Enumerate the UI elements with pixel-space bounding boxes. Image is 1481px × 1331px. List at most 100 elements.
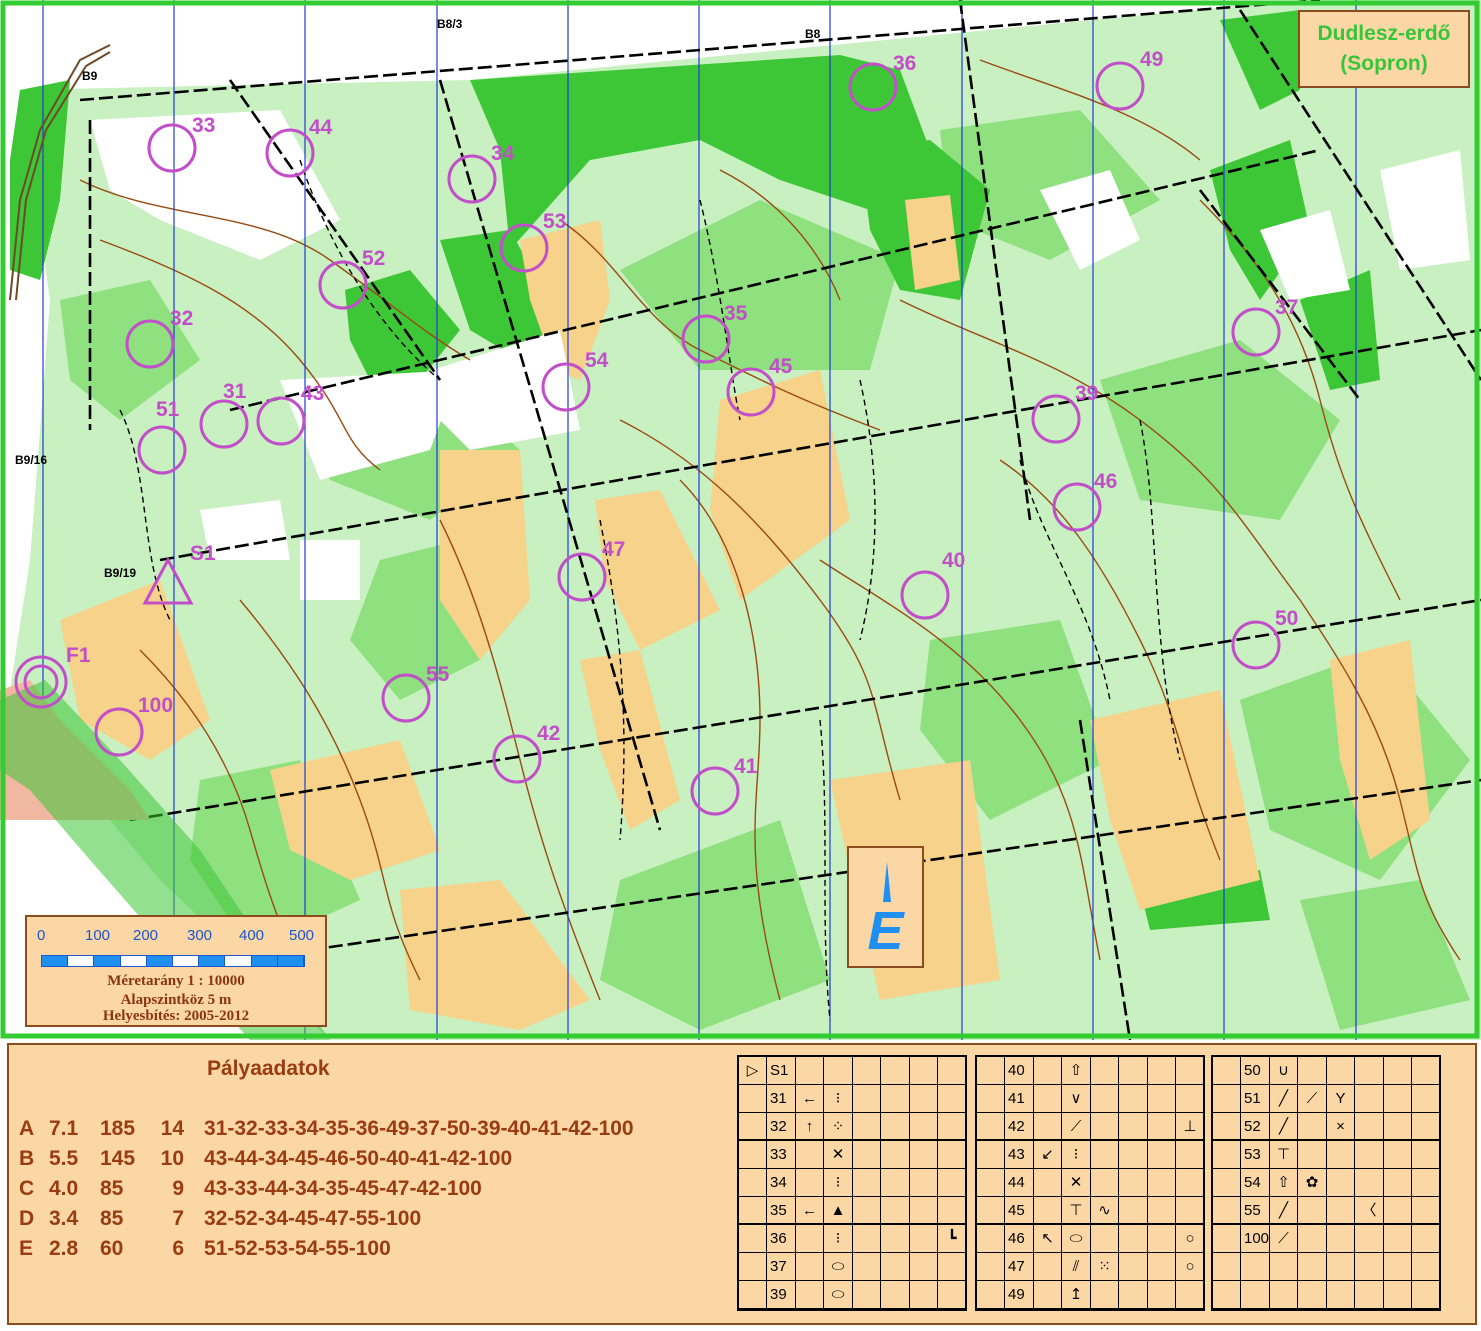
scale-box: 0 100 200 300 400 500 Méretarány 1 : 100… [25,915,327,1027]
description-symbol-icon: ⁝ [824,1085,853,1113]
description-symbol-icon: ⁝ [824,1169,853,1197]
description-symbol-icon: ✕ [824,1141,853,1169]
description-cell [1091,1169,1119,1197]
north-arrow-box: E [847,846,924,968]
description-cell [910,1085,938,1113]
description-cell [853,1197,881,1225]
description-cell [1034,1085,1062,1113]
description-cell [853,1113,881,1141]
description-cell [1384,1141,1412,1169]
description-cell [910,1253,938,1281]
course-length: 2.8 [49,1237,79,1260]
description-cell [1327,1197,1355,1225]
description-cell [1034,1197,1062,1225]
description-cell [938,1113,967,1141]
description-cell [853,1169,881,1197]
description-cell [1384,1085,1412,1113]
description-cell [1148,1197,1176,1225]
description-cell [1213,1057,1241,1085]
control-code: 51 [1241,1085,1270,1113]
course-sequence: 32-52-34-45-47-55-100 [204,1207,422,1230]
description-cell [1384,1225,1412,1253]
description-cell [1119,1225,1148,1253]
description-cell [1119,1281,1148,1309]
course-length: 7.1 [49,1117,79,1140]
description-cell [853,1225,881,1253]
tag-b8-3: B8/3 [437,17,463,31]
description-cell [881,1085,910,1113]
description-cell [977,1141,1005,1169]
description-cell [1412,1169,1441,1197]
description-symbol-icon: ↖ [1034,1225,1062,1253]
description-symbol-icon: ↙ [1034,1141,1062,1169]
description-row [1213,1253,1441,1281]
course-controls: 6 [172,1237,184,1260]
description-cell [1327,1225,1355,1253]
description-cell [1213,1113,1241,1141]
description-cell [938,1141,967,1169]
description-cell [910,1113,938,1141]
start-label: S1 [190,542,216,565]
description-symbol-icon: ╱ [1270,1197,1298,1225]
description-row: 34 ⁝ [739,1169,967,1197]
control-code: 47 [1005,1253,1034,1281]
description-symbol-icon: ⟋ [1062,1113,1091,1141]
description-cell [1213,1253,1241,1281]
description-symbol-icon: ▲ [824,1197,853,1225]
description-cell [1034,1057,1062,1085]
control-code: 55 [1241,1197,1270,1225]
description-cell [1176,1085,1205,1113]
control-code: 37 [767,1253,796,1281]
description-cell [739,1225,767,1253]
description-cell [1412,1281,1441,1309]
description-cell [1148,1169,1176,1197]
scale-tick-400: 400 [239,927,265,944]
description-row: 31 ← ⁝ [739,1085,967,1113]
control-label-41: 41 [734,755,758,778]
description-cell [1298,1253,1327,1281]
description-symbol-icon: ⬭ [824,1281,853,1309]
description-symbol-icon: ← [796,1197,824,1225]
description-symbol-icon: ⊥ [1176,1113,1205,1141]
description-row: 41 ∨ [977,1085,1205,1113]
description-cell [739,1085,767,1113]
description-symbol-icon: ← [796,1085,824,1113]
description-cell [938,1169,967,1197]
control-label-55: 55 [426,663,450,686]
description-cell [796,1169,824,1197]
control-code: 46 [1005,1225,1034,1253]
description-row: 51 ╱ ⟋ Y [1213,1085,1441,1113]
description-cell [1298,1057,1327,1085]
course-climb: 60 [100,1237,124,1260]
description-cell [938,1197,967,1225]
control-label-52: 52 [362,247,385,270]
control-label-36: 36 [893,52,916,75]
control-label-34: 34 [491,142,515,165]
description-symbol-icon: ⊤ [1270,1141,1298,1169]
control-code: 45 [1005,1197,1034,1225]
control-label-33: 33 [192,114,215,137]
scale-tick-0: 0 [37,927,46,944]
course-length: 5.5 [49,1147,79,1170]
control-label-47: 47 [602,538,625,561]
course-climb: 85 [100,1177,124,1200]
course-name: E [19,1237,34,1260]
course-climb: 145 [100,1147,136,1170]
description-cell [1148,1225,1176,1253]
control-label-53: 53 [543,210,566,233]
description-cell [1298,1141,1327,1169]
course-controls: 14 [160,1117,184,1140]
description-cell [977,1057,1005,1085]
control-code: 49 [1005,1281,1034,1309]
course-sequence: 43-44-34-45-46-50-40-41-42-100 [204,1147,513,1170]
description-row: 35 ← ▲ [739,1197,967,1225]
description-cell [1355,1113,1384,1141]
description-row: 44 ✕ [977,1169,1205,1197]
description-cell [910,1057,938,1085]
start-symbol-icon: ▷ [739,1057,767,1085]
description-row: ▷ S1 [739,1057,967,1085]
control-label-39: 39 [1075,382,1098,405]
description-row: 37 ⬭ [739,1253,967,1281]
control-label-40: 40 [942,549,965,572]
control-label-37: 37 [1275,296,1298,319]
